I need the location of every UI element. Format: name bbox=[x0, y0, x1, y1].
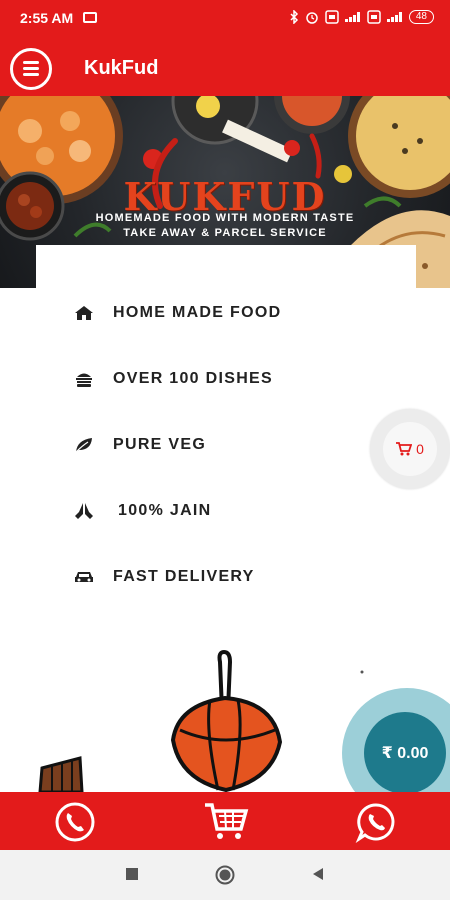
feature-label: OVER 100 DISHES bbox=[113, 370, 273, 387]
status-icons: 48 bbox=[290, 10, 434, 24]
status-bar: 2:55 AM 48 bbox=[0, 0, 450, 36]
home-icon bbox=[72, 304, 96, 322]
signal-icon bbox=[344, 12, 361, 22]
signal-icon-2 bbox=[386, 12, 403, 22]
feature-label: HOME MADE FOOD bbox=[113, 304, 282, 321]
recents-icon[interactable] bbox=[125, 867, 139, 886]
banner-tagline-1: HOMEMADE FOOD WITH MODERN TASTE bbox=[95, 212, 355, 224]
banner-tagline-2: TAKE AWAY & PARCEL SERVICE bbox=[123, 227, 327, 239]
phone-icon[interactable] bbox=[54, 801, 96, 843]
feature-label: 100% JAIN bbox=[118, 502, 212, 519]
bluetooth-icon bbox=[290, 10, 298, 24]
status-time: 2:55 AM bbox=[20, 10, 74, 26]
leaf-icon bbox=[72, 436, 96, 454]
bottom-action-bar bbox=[0, 792, 450, 850]
feature-pure-veg: PURE VEG bbox=[72, 432, 206, 458]
cart-icon[interactable] bbox=[203, 801, 249, 843]
cart-icon bbox=[396, 442, 413, 456]
system-nav-bar bbox=[0, 850, 450, 900]
cart-count: 0 bbox=[416, 441, 424, 457]
battery-icon: 48 bbox=[408, 10, 434, 24]
praying-hands-icon bbox=[72, 502, 96, 520]
cart-floating-button[interactable]: 0 bbox=[370, 409, 450, 489]
message-icon bbox=[83, 12, 97, 23]
app-title: KukFud bbox=[84, 57, 159, 79]
feature-fast-delivery: FAST DELIVERY bbox=[72, 564, 255, 590]
car-icon bbox=[72, 568, 96, 586]
back-icon[interactable] bbox=[312, 867, 324, 886]
hamburger-menu-icon[interactable] bbox=[10, 48, 52, 90]
alarm-icon bbox=[306, 12, 318, 24]
feature-label: FAST DELIVERY bbox=[113, 568, 255, 585]
feature-label: PURE VEG bbox=[113, 436, 207, 453]
burger-icon bbox=[72, 370, 96, 388]
feature-100-jain: 100% JAIN bbox=[72, 498, 212, 524]
whatsapp-icon[interactable] bbox=[355, 801, 397, 844]
home-button-icon[interactable] bbox=[215, 865, 235, 890]
total-amount: ₹ 0.00 bbox=[364, 712, 446, 794]
sim-icon-2 bbox=[367, 10, 381, 24]
feature-home-made-food: HOME MADE FOOD bbox=[72, 300, 281, 326]
sim-icon bbox=[325, 10, 339, 24]
feature-over-100-dishes: OVER 100 DISHES bbox=[72, 366, 273, 392]
app-bar: KukFud bbox=[0, 36, 450, 96]
